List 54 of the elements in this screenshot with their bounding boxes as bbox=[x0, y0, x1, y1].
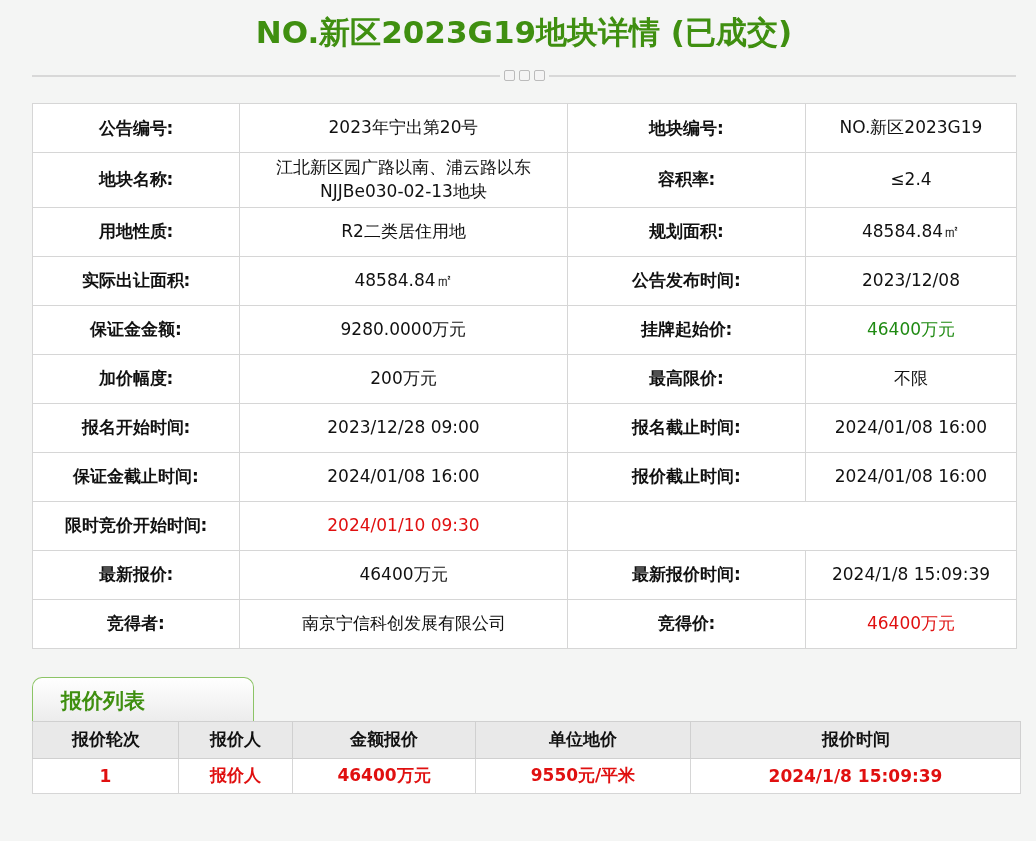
field-value: 48584.84㎡ bbox=[805, 207, 1017, 257]
field-value: 48584.84㎡ bbox=[239, 256, 568, 306]
field-label: 报价截止时间: bbox=[567, 452, 806, 502]
field-label: 保证金截止时间: bbox=[32, 452, 240, 502]
field-label: 竞得价: bbox=[567, 599, 806, 649]
field-value: 2023/12/08 bbox=[805, 256, 1017, 306]
field-value: 南京宁信科创发展有限公司 bbox=[239, 599, 568, 649]
field-value: 9280.0000万元 bbox=[239, 305, 568, 355]
field-label: 保证金金额: bbox=[32, 305, 240, 355]
field-label: 挂牌起始价: bbox=[567, 305, 806, 355]
field-label: 公告发布时间: bbox=[567, 256, 806, 306]
field-label: 最高限价: bbox=[567, 354, 806, 404]
field-value: R2二类居住用地 bbox=[239, 207, 568, 257]
field-label: 实际出让面积: bbox=[32, 256, 240, 306]
field-value: 200万元 bbox=[239, 354, 568, 404]
field-label: 用地性质: bbox=[32, 207, 240, 257]
column-header: 报价轮次 bbox=[32, 721, 179, 759]
field-value: 江北新区园广路以南、浦云路以东NJJBe030-02-13地块 bbox=[239, 152, 568, 208]
field-value: ≤2.4 bbox=[805, 152, 1017, 208]
column-header: 报价时间 bbox=[690, 721, 1021, 759]
field-label: 加价幅度: bbox=[32, 354, 240, 404]
table-cell: 46400万元 bbox=[292, 758, 476, 794]
table-cell: 9550元/平米 bbox=[475, 758, 691, 794]
table-cell: 2024/1/8 15:09:39 bbox=[690, 758, 1021, 794]
field-value: 不限 bbox=[805, 354, 1017, 404]
field-value: NO.新区2023G19 bbox=[805, 103, 1017, 153]
field-label: 地块编号: bbox=[567, 103, 806, 153]
column-header: 单位地价 bbox=[475, 721, 691, 759]
field-value: 46400万元 bbox=[805, 305, 1017, 355]
field-label: 规划面积: bbox=[567, 207, 806, 257]
field-value: 2024/01/08 16:00 bbox=[805, 403, 1017, 453]
field-value: 46400万元 bbox=[805, 599, 1017, 649]
field-label: 最新报价时间: bbox=[567, 550, 806, 600]
field-value: 2024/01/10 09:30 bbox=[239, 501, 568, 551]
field-value: 2024/1/8 15:09:39 bbox=[805, 550, 1017, 600]
field-value: 2023年宁出第20号 bbox=[239, 103, 568, 153]
field-label: 最新报价: bbox=[32, 550, 240, 600]
field-label: 公告编号: bbox=[32, 103, 240, 153]
column-header: 金额报价 bbox=[292, 721, 476, 759]
field-value: 46400万元 bbox=[239, 550, 568, 600]
field-label: 地块名称: bbox=[32, 152, 240, 208]
field-label: 报名截止时间: bbox=[567, 403, 806, 453]
page-title: NO.新区2023G19地块详情 (已成交) bbox=[254, 13, 794, 52]
table-cell: 1 bbox=[32, 758, 179, 794]
field-value: 2024/01/08 16:00 bbox=[239, 452, 568, 502]
column-header: 报价人 bbox=[178, 721, 293, 759]
field-label: 容积率: bbox=[567, 152, 806, 208]
field-label: 竞得者: bbox=[32, 599, 240, 649]
field-label: 报名开始时间: bbox=[32, 403, 240, 453]
table-cell: 报价人 bbox=[178, 758, 293, 794]
bid-list-tab[interactable]: 报价列表 bbox=[32, 676, 254, 721]
field-label: 限时竞价开始时间: bbox=[32, 501, 240, 551]
field-value: 2024/01/08 16:00 bbox=[805, 452, 1017, 502]
field-value: 2023/12/28 09:00 bbox=[239, 403, 568, 453]
